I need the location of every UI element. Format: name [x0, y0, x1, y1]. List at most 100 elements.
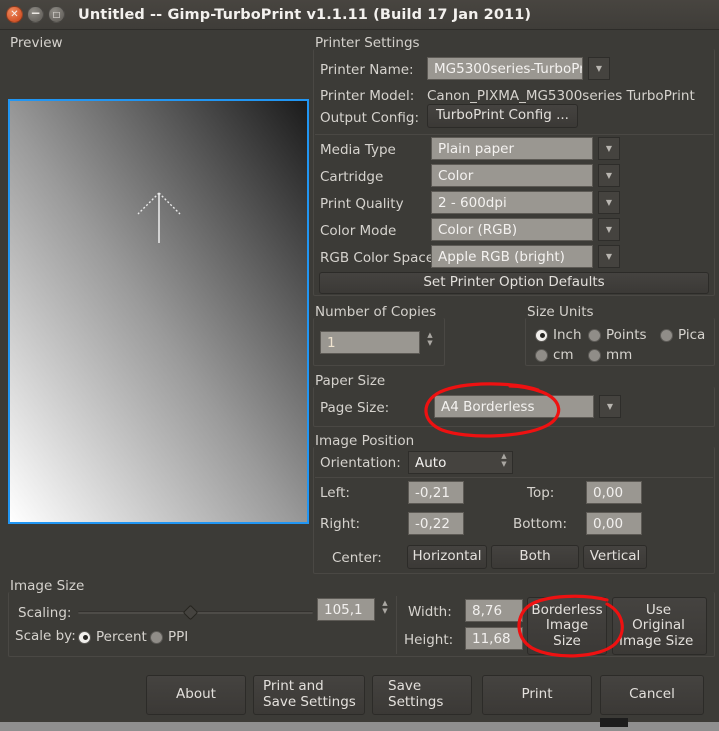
page-size-chevron-down-icon[interactable]: ▼ [599, 395, 621, 418]
stepper-down-icon[interactable]: ▼ [427, 340, 432, 346]
color-mode-combo[interactable]: Color (RGB) [431, 218, 593, 241]
save-settings-button[interactable]: Save Settings [372, 675, 472, 715]
page-size-combo[interactable]: A4 Borderless [434, 395, 594, 418]
printer-name-combo[interactable]: MG5300series-TurboPr [427, 57, 583, 80]
radio-indicator [78, 631, 91, 644]
cartridge-combo[interactable]: Color [431, 164, 593, 187]
width-input[interactable]: 8,76 [465, 599, 523, 622]
size-unit-cm-label: cm [553, 347, 574, 363]
bottom-input[interactable]: 0,00 [586, 512, 642, 535]
printer-model-label: Printer Model: [320, 88, 414, 104]
stepper-down-icon[interactable]: ▼ [382, 608, 387, 614]
close-button[interactable]: ✕ [6, 6, 23, 23]
color-mode-label: Color Mode [320, 223, 396, 239]
cartridge-chevron-down-icon[interactable]: ▼ [598, 164, 620, 187]
media-type-combo[interactable]: Plain paper [431, 137, 593, 160]
print-quality-chevron-down-icon[interactable]: ▼ [598, 191, 620, 214]
save-line2: Settings [388, 695, 443, 711]
minimize-icon: − [30, 7, 40, 19]
up-arrow-icon [129, 185, 189, 247]
center-label: Center: [332, 550, 382, 566]
taskbar-notch [600, 718, 628, 727]
center-both-button[interactable]: Both [491, 545, 579, 569]
printer-model-value: Canon_PIXMA_MG5300series TurboPrint [427, 88, 695, 104]
orientation-stepper[interactable]: ▲ ▼ [497, 453, 511, 467]
stepper-down-icon[interactable]: ▼ [501, 461, 506, 467]
size-unit-mm-radio[interactable]: mm [588, 347, 632, 363]
maximize-button[interactable]: □ [48, 6, 65, 23]
radio-indicator [150, 631, 163, 644]
right-input[interactable]: -0,22 [408, 512, 464, 535]
scaling-label: Scaling: [18, 605, 71, 621]
right-value: -0,22 [415, 516, 450, 532]
right-label: Right: [320, 516, 360, 532]
print-quality-combo[interactable]: 2 - 600dpi [431, 191, 593, 214]
radio-indicator [535, 349, 548, 362]
radio-indicator [535, 329, 548, 342]
radio-indicator [588, 329, 601, 342]
top-label: Top: [527, 485, 554, 501]
print-button[interactable]: Print [482, 675, 592, 715]
set-printer-option-defaults-button[interactable]: Set Printer Option Defaults [319, 272, 709, 294]
scaling-value: 105,1 [324, 602, 363, 618]
minimize-button[interactable]: − [27, 6, 44, 23]
turboprint-config-button[interactable]: TurboPrint Config ... [427, 104, 578, 128]
height-value: 11,68 [472, 631, 511, 647]
left-input[interactable]: -0,21 [408, 481, 464, 504]
use-original-line2: Image Size [619, 634, 693, 650]
size-unit-points-radio[interactable]: Points [588, 327, 647, 343]
orientation-value: Auto [415, 455, 446, 471]
color-mode-chevron-down-icon[interactable]: ▼ [598, 218, 620, 241]
printer-name-value: MG5300series-TurboPr [434, 61, 583, 77]
preview-label: Preview [10, 35, 63, 51]
window-controls: ✕ − □ [6, 6, 65, 23]
copies-input[interactable]: 1 [320, 331, 420, 354]
cartridge-value: Color [438, 168, 473, 184]
rgb-color-space-chevron-down-icon[interactable]: ▼ [598, 245, 620, 268]
rgb-color-space-combo[interactable]: Apple RGB (bright) [431, 245, 593, 268]
top-input[interactable]: 0,00 [586, 481, 642, 504]
print-quality-label: Print Quality [320, 196, 404, 212]
stepper-up-icon[interactable]: ▲ [427, 332, 432, 338]
print-and-save-line1: Print and [263, 679, 324, 695]
scale-by-ppi-label: PPI [168, 629, 188, 645]
printer-name-chevron-down-icon[interactable]: ▼ [588, 57, 610, 80]
height-label: Height: [404, 632, 453, 648]
output-config-label: Output Config: [320, 110, 419, 126]
media-type-chevron-down-icon[interactable]: ▼ [598, 137, 620, 160]
about-button[interactable]: About [146, 675, 246, 715]
bottom-label: Bottom: [513, 516, 567, 532]
scale-by-ppi-radio[interactable]: PPI [150, 629, 188, 645]
stepper-up-icon[interactable]: ▲ [382, 600, 387, 606]
center-vertical-button[interactable]: Vertical [583, 545, 647, 569]
left-label: Left: [320, 485, 350, 501]
cancel-button[interactable]: Cancel [600, 675, 704, 715]
size-unit-inch-label: Inch [553, 327, 582, 343]
scaling-input[interactable]: 105,1 [317, 598, 375, 621]
borderless-image-size-button[interactable]: Borderless Image Size [527, 597, 607, 655]
center-horizontal-button[interactable]: Horizontal [407, 545, 487, 569]
size-unit-cm-radio[interactable]: cm [535, 347, 574, 363]
window-title: Untitled -- Gimp-TurboPrint v1.1.11 (Bui… [78, 7, 531, 23]
page-size-value: A4 Borderless [441, 399, 535, 415]
height-input[interactable]: 11,68 [465, 627, 523, 650]
size-unit-pica-radio[interactable]: Pica [660, 327, 705, 343]
divider [396, 596, 397, 654]
borderless-line1: Borderless [531, 603, 602, 619]
title-bar: ✕ − □ Untitled -- Gimp-TurboPrint v1.1.1… [0, 0, 719, 30]
desktop-taskbar-strip [0, 722, 719, 731]
preview-image[interactable] [8, 99, 309, 524]
use-original-image-size-button[interactable]: Use Original Image Size [612, 597, 707, 655]
borderless-line2: Image Size [536, 618, 598, 649]
stepper-up-icon[interactable]: ▲ [501, 453, 506, 459]
radio-indicator [660, 329, 673, 342]
copies-stepper[interactable]: ▲ ▼ [423, 332, 437, 346]
print-and-save-settings-button[interactable]: Print and Save Settings [253, 675, 365, 715]
close-icon: ✕ [10, 10, 18, 20]
orientation-label: Orientation: [320, 455, 401, 471]
print-and-save-line2: Save Settings [263, 695, 356, 711]
scale-by-percent-radio[interactable]: Percent [78, 629, 147, 645]
divider [315, 134, 713, 135]
scaling-stepper[interactable]: ▲ ▼ [378, 600, 392, 614]
size-unit-inch-radio[interactable]: Inch [535, 327, 582, 343]
